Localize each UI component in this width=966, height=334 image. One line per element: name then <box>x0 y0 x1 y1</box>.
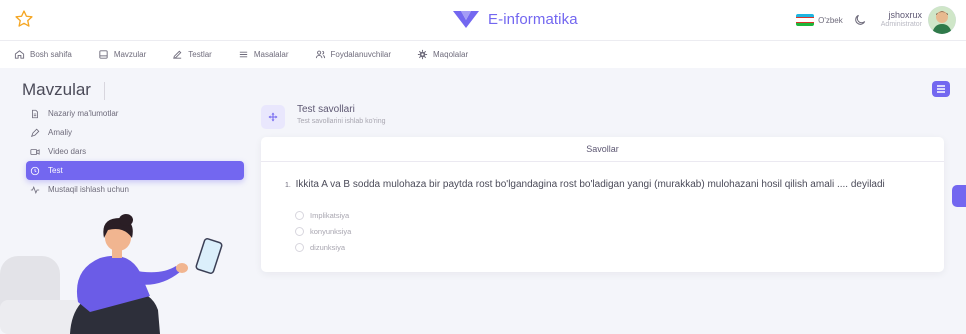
user-role: Administrator <box>880 21 922 29</box>
menu-item-label: Video dars <box>48 147 87 156</box>
menu-item-label: Test <box>48 166 63 175</box>
logo-icon <box>453 11 479 28</box>
card-title: Savollar <box>261 137 944 162</box>
grid-menu-button[interactable] <box>932 81 950 97</box>
menu-item-test[interactable]: Test <box>26 161 244 180</box>
radio-button[interactable] <box>295 210 304 220</box>
answer-options: Implikatsiya konyunksiya dizunksiya <box>295 207 351 255</box>
woman-with-phone-illustration <box>0 214 223 334</box>
pen-icon <box>30 128 40 137</box>
title-divider <box>104 82 105 100</box>
section-subtitle: Test savollarini ishlab ko'ring <box>297 118 386 125</box>
user-info[interactable]: jshoxrux Administrator <box>880 10 922 29</box>
nav-item-label: Maqolalar <box>433 50 469 59</box>
menu-item-nazariy[interactable]: Nazariy ma'lumotlar <box>26 104 244 123</box>
question-text: 1. Ikkita A va B sodda mulohaza bir payt… <box>285 179 935 192</box>
star-icon[interactable] <box>14 9 34 29</box>
book-icon <box>99 50 108 59</box>
user-name: jshoxrux <box>888 10 922 21</box>
answer-option[interactable]: dizunksiya <box>295 239 351 255</box>
menu-item-label: Amaliy <box>48 128 73 137</box>
nav-item-label: Mavzular <box>113 50 147 59</box>
question-body: Ikkita A va B sodda mulohaza bir paytda … <box>295 179 885 190</box>
nav-item-bosh-sahifa[interactable]: Bosh sahifa <box>14 49 72 60</box>
main-nav: Bosh sahifa Mavzular Testlar Masalalar F… <box>0 40 966 68</box>
nav-item-masalalar[interactable]: Masalalar <box>238 49 289 60</box>
pencil-icon <box>173 50 182 59</box>
top-header: E-informatika O'zbek jshoxrux Administra… <box>0 0 966 40</box>
page-title: Mavzular <box>22 80 91 99</box>
menu-icon <box>937 85 945 93</box>
home-icon <box>14 50 25 59</box>
settings-tab[interactable] <box>952 185 966 207</box>
menu-item-mustaqil[interactable]: Mustaqil ishlash uchun <box>26 180 244 199</box>
test-header-icon <box>261 105 285 129</box>
nav-item-label: Foydalanuvchilar <box>330 50 391 59</box>
nav-item-foydalanuvchilar[interactable]: Foydalanuvchilar <box>315 49 391 60</box>
brand-name: E-informatika <box>488 10 578 28</box>
document-icon <box>32 109 38 118</box>
answer-option[interactable]: Implikatsiya <box>295 207 351 223</box>
brand[interactable]: E-informatika <box>452 8 578 30</box>
menu-item-amaliy[interactable]: Amaliy <box>26 123 244 142</box>
video-icon <box>30 148 40 155</box>
menu-item-label: Nazariy ma'lumotlar <box>48 109 119 118</box>
nav-item-testlar[interactable]: Testlar <box>172 49 212 60</box>
puzzle-icon <box>268 112 278 122</box>
users-icon <box>315 50 325 59</box>
answer-option[interactable]: konyunksiya <box>295 223 351 239</box>
topic-menu: Nazariy ma'lumotlar Amaliy Video dars Te… <box>26 104 244 199</box>
radio-button[interactable] <box>295 242 304 252</box>
radio-button[interactable] <box>295 226 304 236</box>
gear-icon <box>417 49 428 60</box>
questions-card: Savollar 1. Ikkita A va B sodda mulohaza… <box>261 137 944 272</box>
language-selector[interactable]: O'zbek <box>818 16 843 25</box>
nav-item-label: Testlar <box>188 50 212 59</box>
menu-item-video-dars[interactable]: Video dars <box>26 142 244 161</box>
uzbek-flag-icon[interactable] <box>796 14 815 26</box>
moon-icon[interactable] <box>853 13 867 27</box>
nav-item-mavzular[interactable]: Mavzular <box>98 49 146 60</box>
user-avatar-icon <box>928 6 956 34</box>
nav-item-maqolalar[interactable]: Maqolalar <box>417 49 468 60</box>
question-number: 1. <box>285 182 291 189</box>
avatar[interactable] <box>928 6 956 34</box>
section-title: Test savollari <box>297 104 355 115</box>
option-label: konyunksiya <box>310 226 352 236</box>
option-label: Implikatsiya <box>310 210 350 220</box>
list-icon <box>239 51 247 58</box>
clock-icon <box>30 166 40 175</box>
option-label: dizunksiya <box>310 242 346 252</box>
activity-icon <box>30 185 40 194</box>
nav-item-label: Bosh sahifa <box>30 50 72 59</box>
menu-item-label: Mustaqil ishlash uchun <box>48 185 129 194</box>
nav-item-label: Masalalar <box>253 50 289 59</box>
